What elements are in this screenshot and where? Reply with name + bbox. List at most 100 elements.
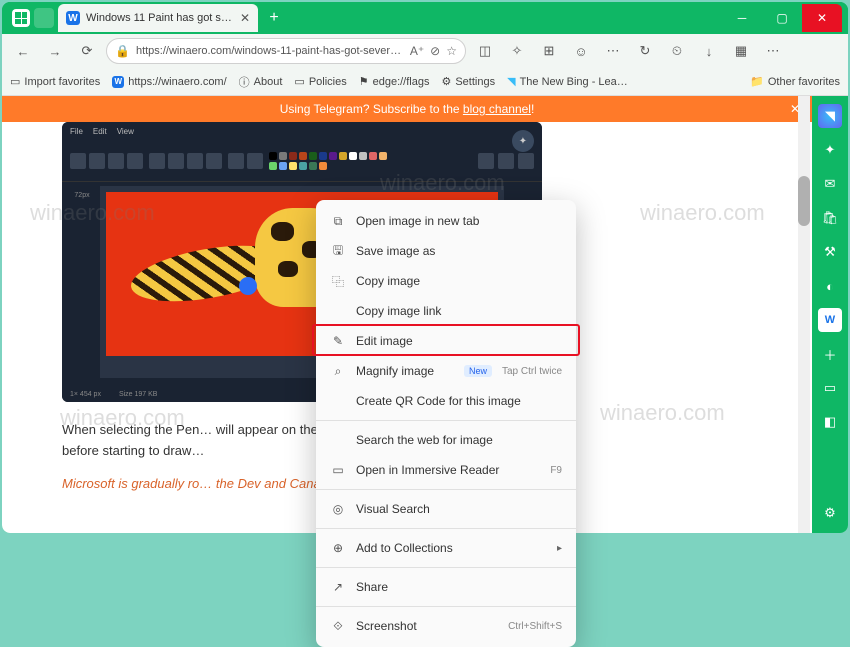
refresh-button[interactable]: ⟳ bbox=[74, 38, 100, 64]
copilot-icon[interactable]: ◥ bbox=[818, 104, 842, 128]
tab-close-icon[interactable]: ✕ bbox=[240, 11, 250, 25]
bookmark-item[interactable]: Whttps://winaero.com/ bbox=[112, 76, 226, 88]
bing-icon: ◥ bbox=[507, 75, 515, 88]
menu-item-icon: ⧉ bbox=[330, 214, 346, 229]
context-menu-item[interactable]: ⟐ScreenshotCtrl+Shift+S bbox=[316, 611, 576, 641]
sidebar-icon[interactable]: ◐ bbox=[818, 274, 842, 298]
banner-link[interactable]: blog channel bbox=[463, 102, 531, 116]
palette-color bbox=[269, 152, 277, 160]
split-icon[interactable]: ◫ bbox=[472, 38, 498, 64]
scroll-thumb[interactable] bbox=[798, 176, 810, 226]
bookmark-item[interactable]: ⚑edge://flags bbox=[359, 75, 430, 88]
favicon-icon: W bbox=[112, 76, 124, 88]
extensions-icon[interactable]: ✧ bbox=[504, 38, 530, 64]
translate-icon[interactable]: ⊘ bbox=[430, 44, 440, 58]
favicon-icon: W bbox=[66, 11, 80, 25]
menu-shortcut: Tap Ctrl twice bbox=[502, 366, 562, 377]
sidebar-icon[interactable]: ◧ bbox=[818, 410, 842, 434]
history-icon[interactable]: ⏲ bbox=[664, 38, 690, 64]
copilot-icon: ✦ bbox=[512, 130, 534, 152]
bookmark-item[interactable]: ⓘAbout bbox=[239, 74, 283, 90]
paint-palette bbox=[269, 152, 389, 170]
menu-item-label: Visual Search bbox=[356, 502, 562, 516]
close-button[interactable]: ✕ bbox=[802, 4, 842, 32]
palette-color bbox=[359, 152, 367, 160]
menu-item-icon: ⌕ bbox=[330, 364, 346, 379]
context-menu-item[interactable]: ✎ Edit image bbox=[316, 326, 576, 356]
palette-color bbox=[279, 152, 287, 160]
account-icon[interactable]: ☺ bbox=[568, 38, 594, 64]
context-menu-item[interactable]: ⌕Magnify imageNewTap Ctrl twice bbox=[316, 356, 576, 386]
sidebar-icon[interactable]: ✦ bbox=[818, 138, 842, 162]
url-bar[interactable]: 🔒 https://winaero.com/windows-11-paint-h… bbox=[106, 38, 466, 64]
menu-item-icon: ✎ bbox=[330, 334, 346, 348]
sidebar-icon[interactable]: 🛍 bbox=[818, 206, 842, 230]
sidebar-icon[interactable]: ▭ bbox=[818, 376, 842, 400]
menu-item-icon: ⊕ bbox=[330, 541, 346, 555]
back-button[interactable]: ← bbox=[10, 38, 36, 64]
sidebar-settings-icon[interactable]: ⚙ bbox=[818, 501, 842, 525]
apps-icon[interactable]: ▦ bbox=[728, 38, 754, 64]
context-menu: ⧉Open image in new tab 🖫 Save image as ⿻Cop… bbox=[316, 200, 576, 647]
url-text: https://winaero.com/windows-11-paint-has… bbox=[136, 45, 404, 57]
context-menu-item[interactable]: ⊕Add to Collections▸ bbox=[316, 533, 576, 563]
menu-item-label: Save image as bbox=[356, 244, 562, 258]
bookmark-item[interactable]: ⚙Settings bbox=[441, 75, 495, 88]
menu-separator bbox=[316, 528, 576, 529]
new-tab-button[interactable]: + bbox=[262, 6, 286, 30]
context-menu-item[interactable]: ⧉Open image in new tab bbox=[316, 206, 576, 236]
scrollbar[interactable] bbox=[798, 96, 810, 533]
import-favorites[interactable]: ▭Import favorites bbox=[10, 75, 100, 88]
menu-item-label: Magnify image bbox=[356, 364, 454, 378]
bookmark-item[interactable]: ▭Policies bbox=[294, 75, 346, 88]
menu-item-label: Share bbox=[356, 580, 562, 594]
flag-icon: ⚑ bbox=[359, 75, 369, 88]
other-favorites[interactable]: 📁Other favorites bbox=[750, 75, 840, 88]
telegram-banner: Using Telegram? Subscribe to the blog ch… bbox=[2, 96, 812, 122]
palette-color bbox=[329, 152, 337, 160]
ellipsis-icon[interactable]: ⋯ bbox=[600, 38, 626, 64]
menu-item-label: Edit image bbox=[356, 334, 562, 348]
context-menu-item[interactable]: ◎Visual Search bbox=[316, 494, 576, 524]
lock-icon: 🔒 bbox=[115, 44, 130, 58]
info-icon: ⓘ bbox=[239, 74, 250, 90]
context-menu-item[interactable]: ↗ Share bbox=[316, 572, 576, 602]
palette-color bbox=[299, 162, 307, 170]
folder-icon: 📁 bbox=[750, 75, 764, 88]
palette-color bbox=[319, 152, 327, 160]
menu-item-icon: ⟐ bbox=[330, 619, 346, 634]
palette-color bbox=[309, 162, 317, 170]
reader-icon[interactable]: A⁺ bbox=[410, 44, 424, 58]
context-menu-item[interactable]: ⿻Copy image bbox=[316, 266, 576, 296]
menu-item-label: Screenshot bbox=[356, 619, 498, 633]
palette-color bbox=[279, 162, 287, 170]
menu-item-icon: 🖫 bbox=[330, 241, 346, 262]
context-menu-item[interactable]: Create QR Code for this image bbox=[316, 386, 576, 416]
collections-icon[interactable]: ⊞ bbox=[536, 38, 562, 64]
tab-placeholder[interactable] bbox=[34, 8, 54, 28]
context-menu-item[interactable]: ▭Open in Immersive ReaderF9 bbox=[316, 455, 576, 485]
menu-item-icon: ↗ bbox=[330, 580, 346, 594]
context-menu-item[interactable]: 🖫 Save image as bbox=[316, 236, 576, 266]
context-menu-item[interactable]: Search the web for image bbox=[316, 425, 576, 455]
context-menu-item[interactable]: Copy image link bbox=[316, 296, 576, 326]
maximize-button[interactable]: ▢ bbox=[762, 4, 802, 32]
sidebar-icon[interactable]: ⚒ bbox=[818, 240, 842, 264]
bookmark-item[interactable]: ◥The New Bing - Lea… bbox=[507, 75, 628, 88]
sidebar-add-icon[interactable]: ＋ bbox=[818, 342, 842, 366]
minimize-button[interactable]: ─ bbox=[722, 4, 762, 32]
menu-shortcut: F9 bbox=[550, 465, 562, 476]
downloads-icon[interactable]: ↓ bbox=[696, 38, 722, 64]
sidebar-icon[interactable]: ✉ bbox=[818, 172, 842, 196]
favorite-icon[interactable]: ☆ bbox=[446, 44, 457, 58]
palette-color bbox=[369, 152, 377, 160]
more-icon[interactable]: ⋯ bbox=[760, 38, 786, 64]
sidebar-icon[interactable]: W bbox=[818, 308, 842, 332]
menu-separator bbox=[316, 489, 576, 490]
forward-button[interactable]: → bbox=[42, 38, 68, 64]
bookmarks-bar: ▭Import favorites Whttps://winaero.com/ … bbox=[2, 68, 848, 96]
sync-icon[interactable]: ↻ bbox=[632, 38, 658, 64]
gear-icon: ⚙ bbox=[441, 75, 451, 88]
menu-separator bbox=[316, 606, 576, 607]
active-tab[interactable]: W Windows 11 Paint has got sever… ✕ bbox=[58, 4, 258, 32]
